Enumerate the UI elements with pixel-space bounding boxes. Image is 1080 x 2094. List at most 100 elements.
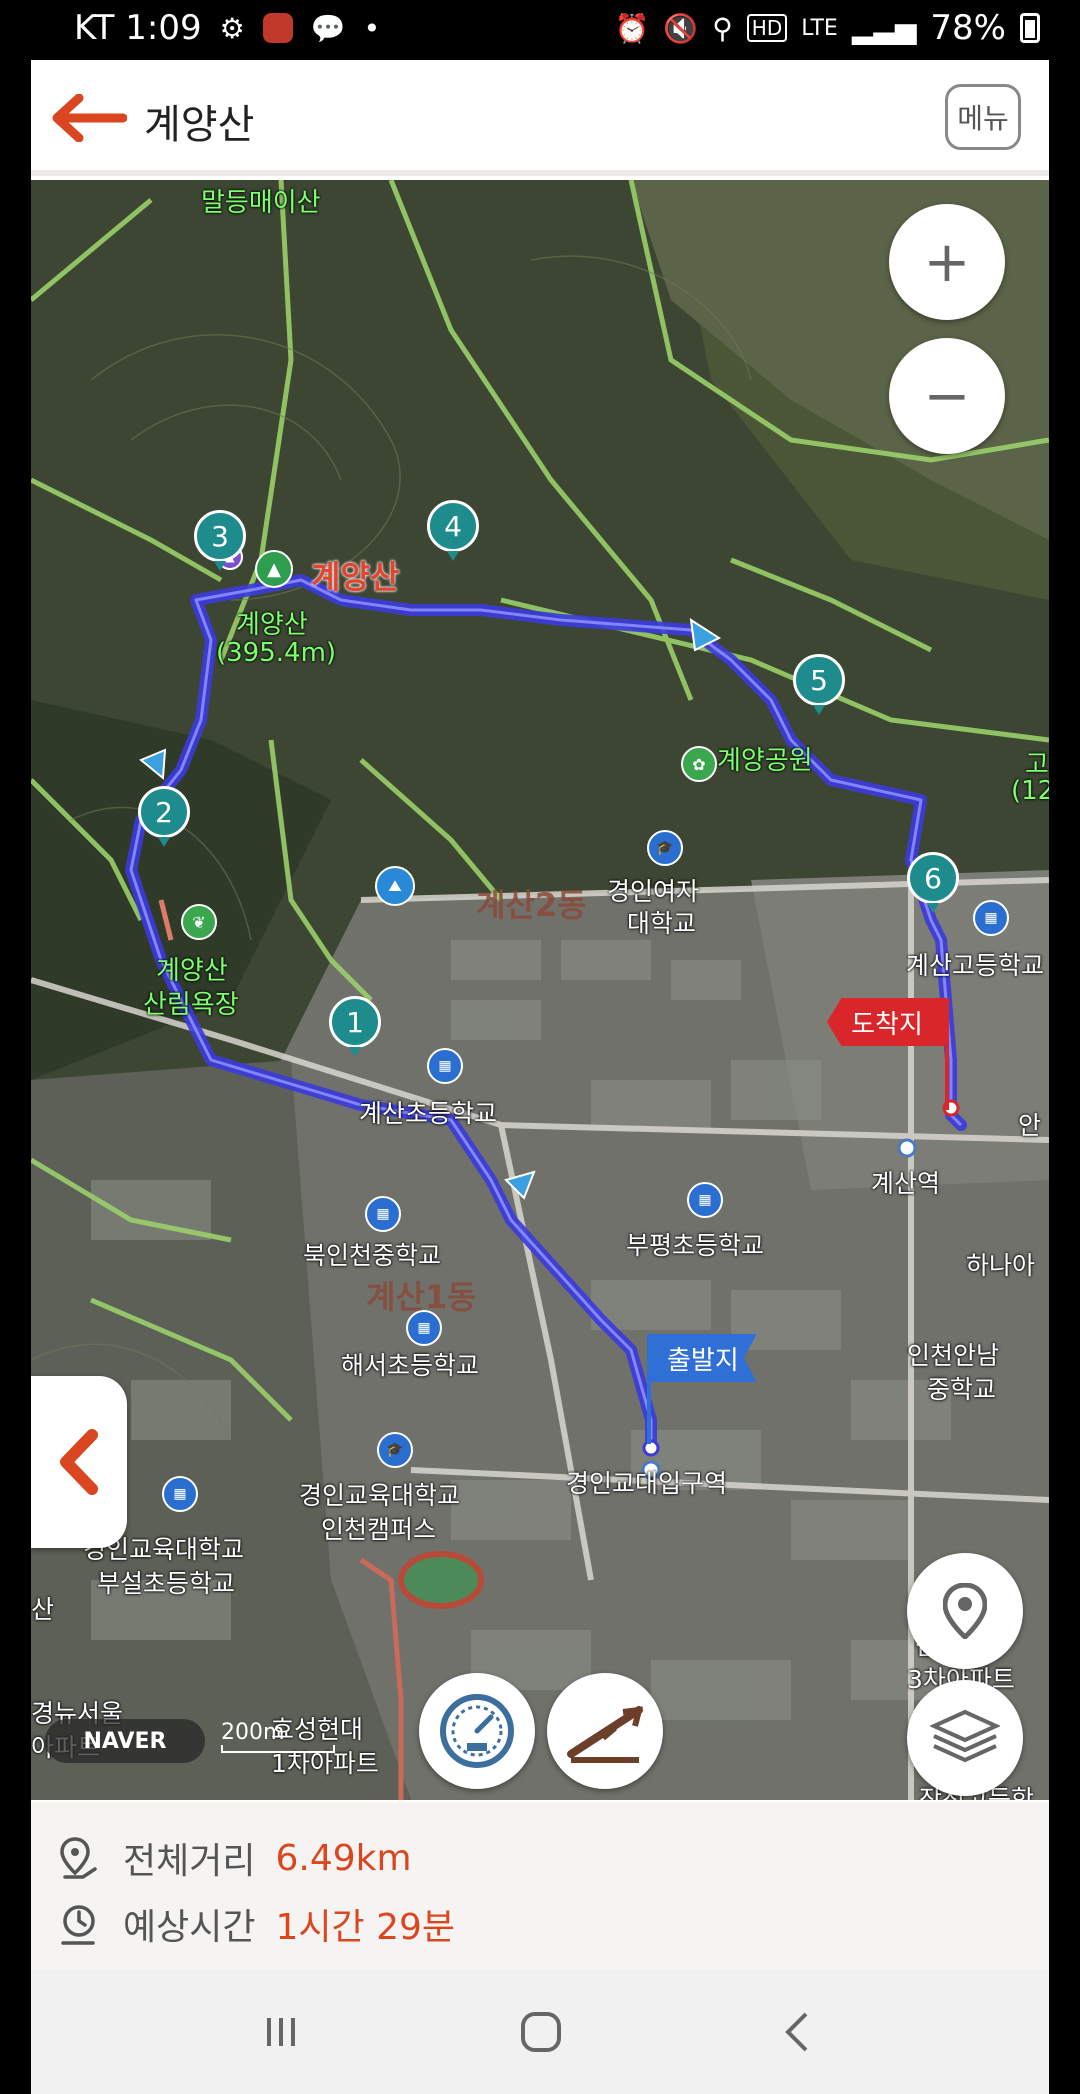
header: 계양산 메뉴	[31, 60, 1049, 176]
school-icon[interactable]: ▦	[973, 900, 1009, 936]
speedometer-icon	[440, 1694, 514, 1768]
school-icon[interactable]: ▦	[162, 1476, 198, 1512]
home-icon	[521, 2012, 561, 2052]
place-label: 산	[31, 1595, 55, 1624]
place-label: (12	[1011, 776, 1049, 806]
hiking-icon[interactable]: ⛰	[375, 866, 415, 906]
waypoint-6[interactable]: 6	[907, 852, 959, 913]
place-label: 계양산	[236, 610, 308, 640]
map-layers-button[interactable]	[907, 1680, 1023, 1796]
place-label: 계양산	[156, 956, 228, 986]
end-flag[interactable]: 도착지	[827, 998, 947, 1046]
shoe-icon: ⚙	[219, 11, 245, 45]
place-label: 계양산	[311, 558, 400, 596]
scale-label: 200m	[221, 1720, 285, 1745]
school-icon[interactable]: 🎓	[377, 1432, 413, 1468]
layers-icon	[930, 1709, 1000, 1763]
arrow-left-icon[interactable]	[51, 94, 127, 142]
waypoint-4[interactable]: 4	[427, 500, 479, 561]
app-notification-icon	[262, 13, 293, 43]
waypoint-5[interactable]: 5	[793, 654, 845, 715]
distance-row: 전체거리 6.49km	[57, 1832, 412, 1884]
place-label: 계산역	[871, 1169, 941, 1198]
scale-bar	[221, 1745, 335, 1753]
place-label: (395.4m)	[216, 638, 337, 668]
talk-icon: 💬	[310, 11, 346, 45]
hd-icon: HD	[746, 14, 788, 42]
menu-button[interactable]: 메뉴	[945, 84, 1021, 150]
alarm-icon: ⏰	[614, 11, 650, 45]
page-title: 계양산	[144, 102, 255, 148]
battery-icon	[1020, 13, 1040, 43]
start-flag[interactable]: 출발지	[649, 1334, 757, 1382]
school-icon[interactable]: 🎓	[647, 830, 683, 866]
place-label: 인천안남	[907, 1341, 1000, 1370]
home-button[interactable]	[509, 2000, 573, 2064]
location-pin-icon	[943, 1583, 987, 1639]
place-label: 해서초등학교	[341, 1351, 480, 1380]
system-nav-bar	[31, 1970, 1049, 2094]
zoom-out-button[interactable]: −	[889, 338, 1005, 454]
place-label: 대학교	[627, 909, 697, 938]
time-value: 1시간 29분	[275, 1907, 456, 1948]
place-label: 중학교	[927, 1375, 997, 1404]
end-flag-pole	[945, 998, 949, 1110]
recent-apps-button[interactable]	[249, 2000, 313, 2064]
battery-percent: 78%	[930, 8, 1006, 48]
start-flag-pole	[647, 1334, 651, 1444]
slope-icon	[567, 1706, 643, 1763]
my-location-button[interactable]	[907, 1553, 1023, 1669]
school-icon[interactable]: ▦	[365, 1196, 401, 1232]
place-label: 경인교대입구역	[566, 1469, 728, 1498]
place-label: 안	[1018, 1111, 1042, 1140]
signal-icon: ▂▃▅	[851, 11, 917, 45]
park-icon[interactable]: ✿	[681, 746, 717, 782]
status-bar: KT 1:09 ⚙ 💬 • ⏰ 🔇 ⚲ HD LTE ▂▃▅ 78%	[0, 0, 1080, 60]
map-scale: 200m	[221, 1720, 335, 1753]
app-frame: 계양산 메뉴 말등매이산 계양산 계양산 (395.4m) 계양공원 계산2동 …	[31, 60, 1049, 1970]
waypoint-3[interactable]: 3	[194, 510, 246, 571]
recent-apps-icon	[267, 2018, 295, 2046]
naver-logo: NAVER	[45, 1719, 205, 1763]
time-row: 예상시간 1시간 29분	[57, 1898, 455, 1950]
clock-icon	[61, 1905, 95, 1945]
school-icon[interactable]: ▦	[406, 1310, 442, 1346]
zoom-in-button[interactable]: +	[889, 204, 1005, 320]
back-icon	[785, 2012, 808, 2052]
place-label: 계양공원	[717, 746, 813, 776]
route-distance-icon	[60, 1837, 97, 1879]
slope-button[interactable]	[547, 1673, 663, 1789]
back-button[interactable]	[765, 2000, 829, 2064]
place-label: 인천캠퍼스	[321, 1515, 437, 1544]
place-label: 계산2동	[476, 886, 587, 924]
distance-value: 6.49km	[275, 1837, 412, 1879]
speed-button[interactable]	[419, 1673, 535, 1789]
map-view[interactable]: 말등매이산 계양산 계양산 (395.4m) 계양공원 계산2동 경인여자 대학…	[31, 180, 1049, 1800]
place-label: 계산초등학교	[359, 1099, 498, 1128]
time-label: 예상시간	[123, 1907, 256, 1948]
network-label: LTE	[801, 15, 838, 41]
place-label: 경인교육대학교	[299, 1481, 461, 1510]
place-label: 부설초등학교	[97, 1569, 236, 1598]
carrier-time: KT 1:09	[74, 8, 202, 48]
side-panel-toggle[interactable]	[31, 1376, 127, 1548]
location-icon: ⚲	[712, 11, 733, 45]
route-info-panel: 전체거리 6.49km 예상시간 1시간 29분	[31, 1802, 1049, 1970]
place-label: 계산고등학교	[906, 951, 1045, 980]
place-label: 경인여자	[607, 877, 700, 906]
waypoint-1[interactable]: 1	[329, 996, 381, 1057]
chevron-left-icon	[60, 1429, 98, 1495]
mountain-icon[interactable]: ▲	[255, 550, 293, 588]
mute-icon: 🔇	[663, 11, 699, 45]
place-label: 산림욕장	[143, 990, 239, 1020]
place-label: 말등매이산	[201, 188, 321, 218]
school-icon[interactable]: ▦	[687, 1182, 723, 1218]
place-label: 북인천중학교	[303, 1241, 442, 1270]
forest-icon[interactable]: ❦	[181, 904, 217, 940]
place-label: 부평초등학교	[626, 1231, 765, 1260]
dot-icon: •	[363, 11, 381, 45]
school-icon[interactable]: ▦	[427, 1048, 463, 1084]
waypoint-2[interactable]: 2	[138, 786, 190, 847]
place-label: 하나아	[966, 1251, 1036, 1280]
distance-label: 전체거리	[123, 1841, 256, 1882]
